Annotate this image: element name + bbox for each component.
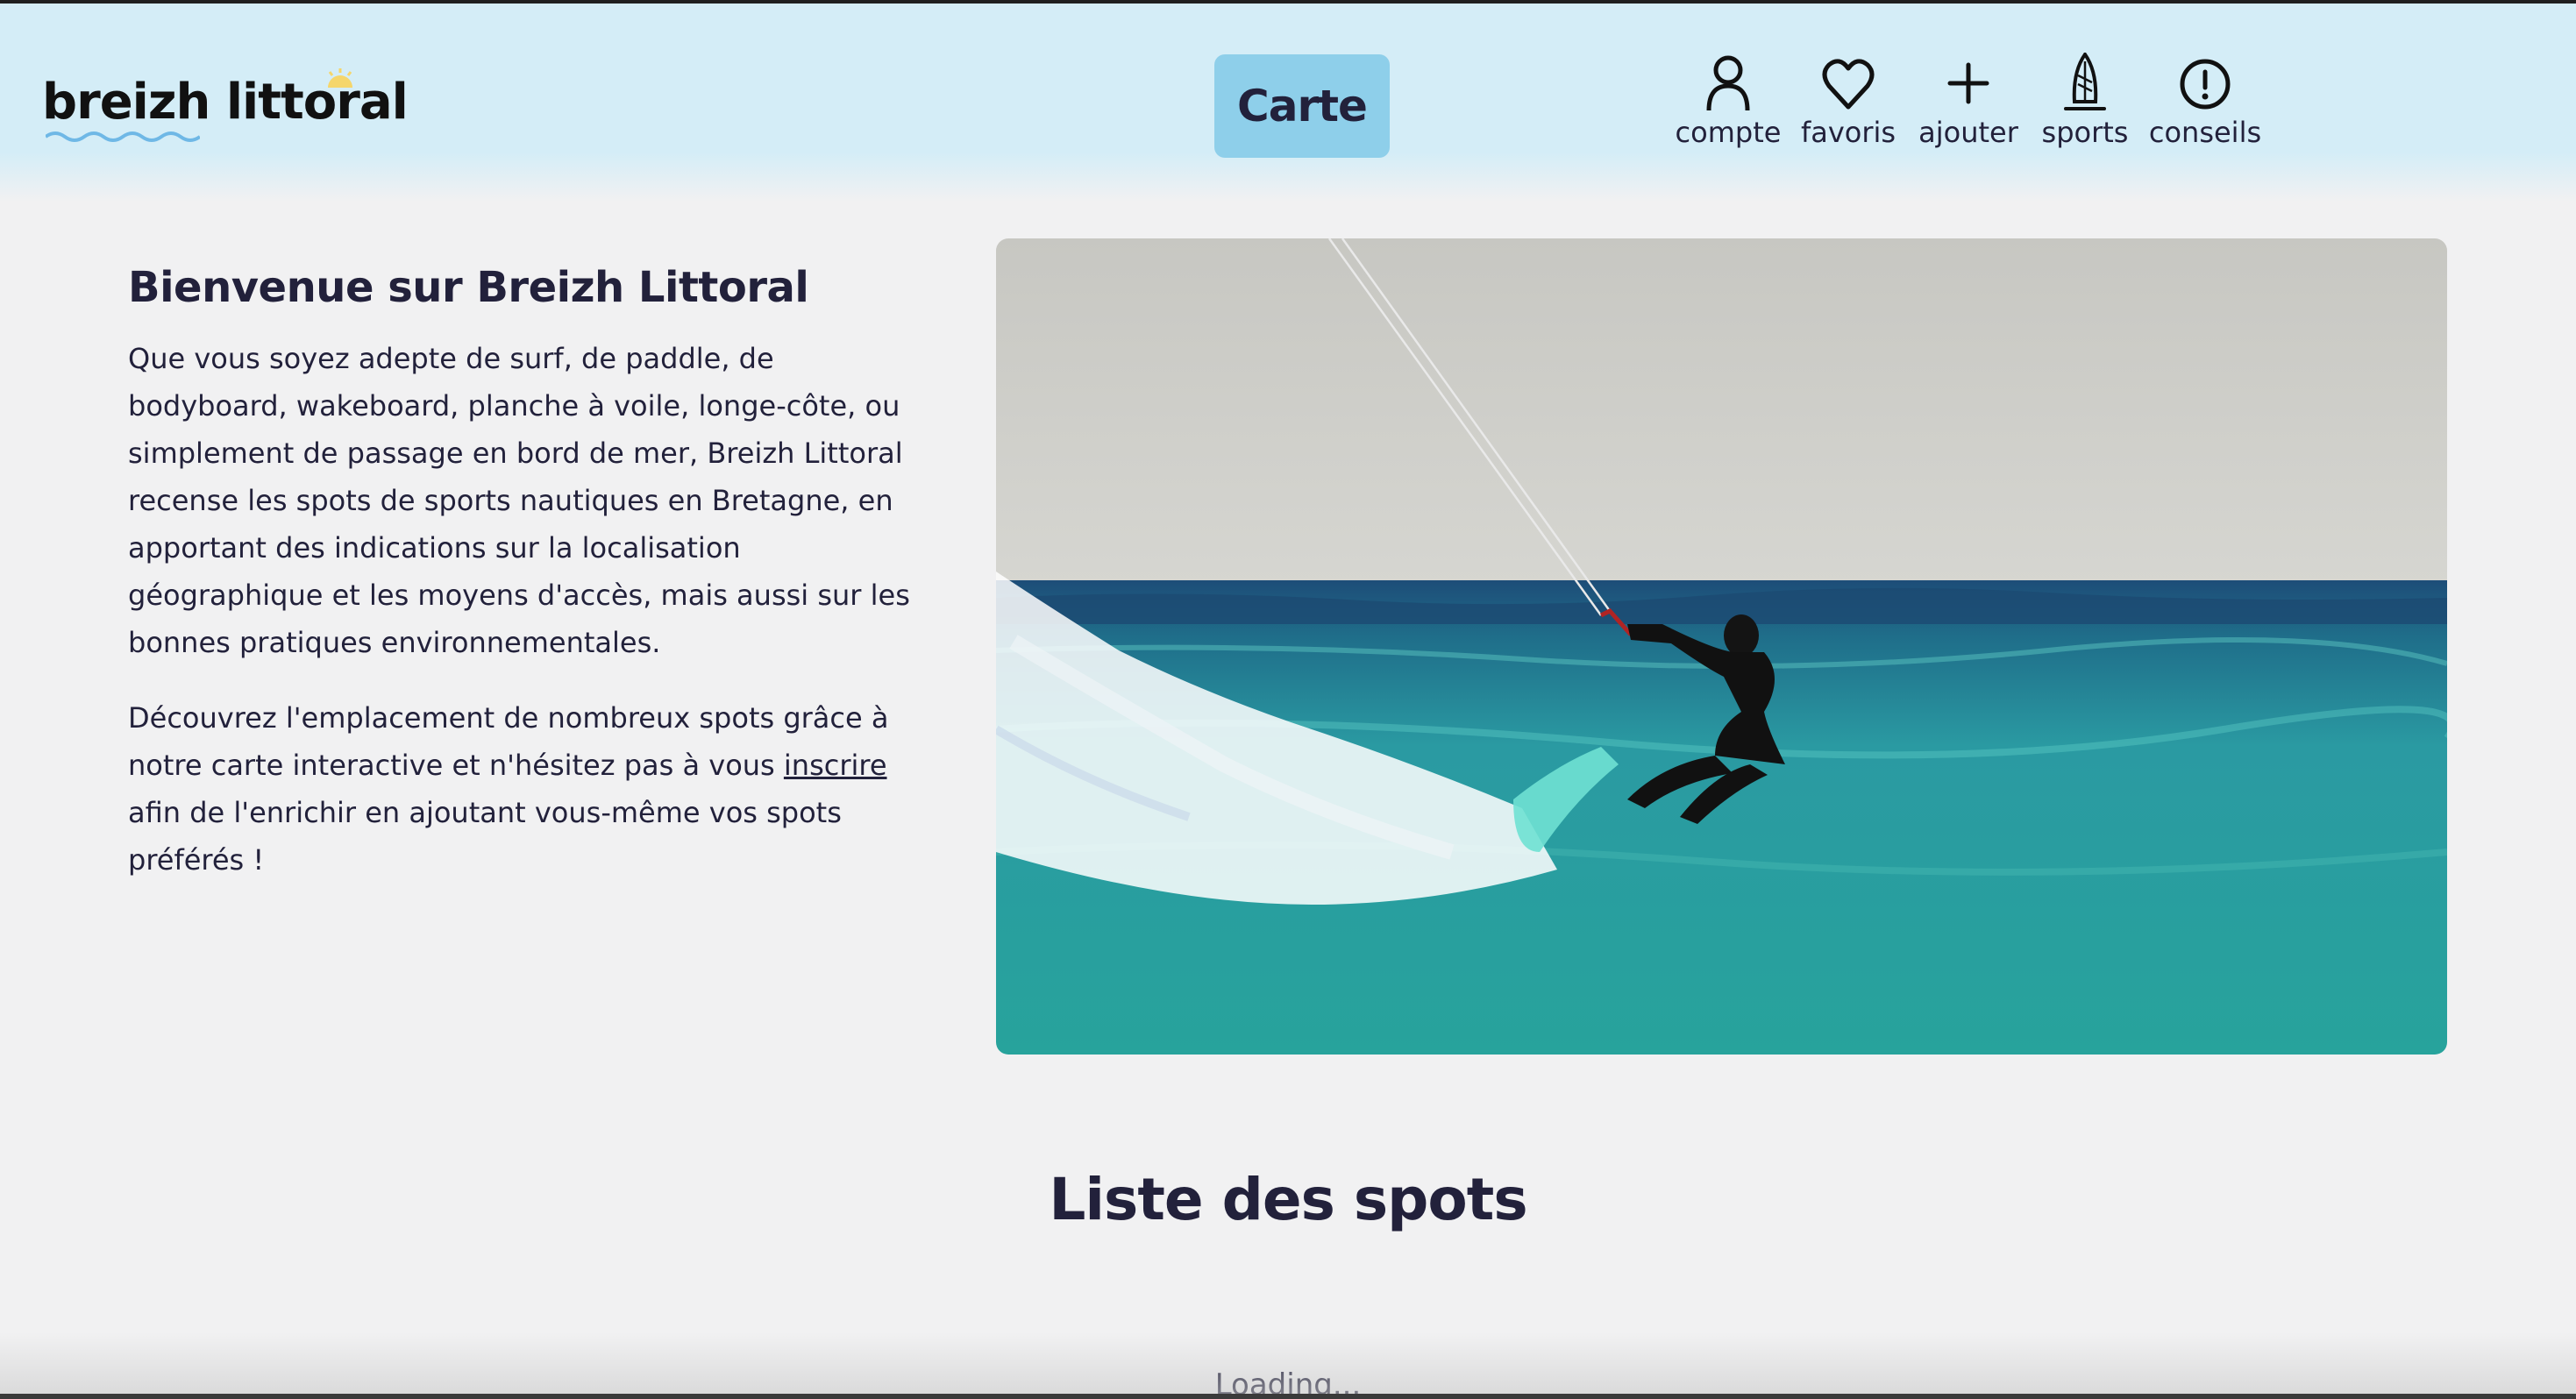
nav-item-favoris[interactable]: favoris	[1783, 53, 1914, 149]
alert-circle-icon	[2180, 59, 2231, 110]
inscrire-link[interactable]: inscrire	[784, 749, 887, 782]
nav-label-sports: sports	[2041, 116, 2129, 149]
window-bottom-border	[0, 1394, 2576, 1399]
user-icon	[1706, 55, 1750, 111]
intro-title: Bienvenue sur Breizh Littoral	[128, 263, 809, 312]
hero-kitesurf-image	[996, 238, 2447, 1055]
heart-icon	[1822, 59, 1875, 110]
nav-label-favoris: favoris	[1800, 116, 1896, 149]
nav-label-compte: compte	[1675, 116, 1782, 149]
nav-label-conseils: conseils	[2148, 116, 2262, 149]
carte-button[interactable]: Carte	[1214, 54, 1390, 158]
plus-icon	[1947, 62, 1989, 104]
surfboard-icon	[2064, 53, 2106, 110]
intro-paragraph-2: Découvrez l'emplacement de nombreux spot…	[128, 694, 917, 884]
intro-paragraph-1: Que vous soyez adepte de surf, de paddle…	[128, 342, 910, 659]
logo-wave-icon	[46, 131, 200, 142]
site-logo[interactable]: breizh littoral	[42, 68, 409, 142]
kitesurf-photo	[996, 238, 2447, 1055]
nav-item-sports[interactable]: sports	[2019, 53, 2151, 149]
nav-label-ajouter: ajouter	[1918, 116, 2018, 149]
logo-sun-icon	[328, 68, 352, 88]
spots-list-title: Liste des spots	[1049, 1166, 1527, 1233]
site-header: breizh littoral Carte compte favoris ajo…	[0, 4, 2576, 202]
intro-paragraph-2-after: afin de l'enrichir en ajoutant vous-même…	[128, 796, 842, 877]
nav-item-conseils[interactable]: conseils	[2139, 53, 2271, 149]
nav-item-ajouter[interactable]: ajouter	[1903, 53, 2034, 149]
intro-section: Bienvenue sur Breizh Littoral Que vous s…	[128, 263, 917, 912]
intro-paragraph-2-before: Découvrez l'emplacement de nombreux spot…	[128, 701, 889, 782]
nav-item-compte[interactable]: compte	[1662, 53, 1794, 149]
